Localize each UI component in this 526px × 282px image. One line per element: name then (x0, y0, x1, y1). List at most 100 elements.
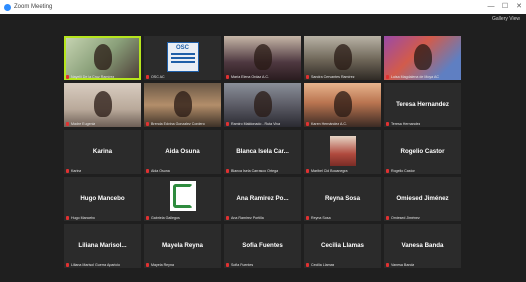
participant-tile[interactable]: Madre Eugenia (64, 83, 141, 127)
participant-tile[interactable]: Sandra Cervantes Ramírez (304, 36, 381, 80)
participant-name-tag: Aida Osuna (146, 169, 170, 173)
participant-tile[interactable]: Aida Osuna Aida Osuna (144, 130, 221, 174)
muted-mic-icon (226, 75, 229, 79)
participant-tile[interactable]: Blanca Isela Car... Blanca Isela Carrasco… (224, 130, 301, 174)
participant-tag-label: Mayela Reyna (151, 263, 174, 267)
participant-tile[interactable]: María Elena Ordaz A.C. (224, 36, 301, 80)
muted-mic-icon (226, 122, 229, 126)
participant-name-tag: Hugo Mancebo (66, 216, 95, 220)
participant-tile[interactable]: Rogelio Castor Rogelio Castor (384, 130, 461, 174)
participant-tag-label: Teresa Hernandez (391, 122, 421, 126)
muted-mic-icon (386, 216, 389, 220)
muted-mic-icon (146, 216, 149, 220)
participant-tile[interactable]: Reyna Sosa Reyna Sosa (304, 177, 381, 221)
participant-tile[interactable]: Cecilia Llamas Cecilia Llamas (304, 224, 381, 268)
participant-tile[interactable]: Brenda Edvina Gonzalez Cordero (144, 83, 221, 127)
participant-gallery: Nayelli De la Cruz Ramírez OSC OSC AC María… (64, 36, 461, 268)
participant-tile[interactable]: Liliana Marisol... Liliana Marisol Guerra… (64, 224, 141, 268)
participant-display-name: Teresa Hernandez (396, 100, 449, 108)
gallery-view-button[interactable]: Gallery View (492, 16, 520, 22)
muted-mic-icon (306, 169, 309, 173)
participant-video (333, 91, 352, 117)
participant-name-tag: María Elena Ordaz A.C. (226, 75, 269, 79)
participant-tag-label: Karina (71, 169, 82, 173)
participant-name-tag: Ana Ramirez Portilla (226, 216, 264, 220)
muted-mic-icon (66, 122, 69, 126)
participant-tile[interactable]: Ana Ramirez Po... Ana Ramirez Portilla (224, 177, 301, 221)
participant-tag-label: Karen Hernández A.C. (311, 122, 347, 126)
participant-name-tag: Sandra Cervantes Ramírez (306, 75, 355, 79)
participant-tile[interactable]: Vanesa Banda Vanesa Banda (384, 224, 461, 268)
participant-tag-label: Ramiro Maldonado - Ruta Viva (231, 122, 281, 126)
participant-video (93, 44, 112, 70)
participant-tile[interactable]: Karen Hernández A.C. (304, 83, 381, 127)
participant-tag-label: OSC AC (151, 75, 165, 79)
participant-tag-label: Luisa Magdalena de Moya AC (391, 75, 439, 79)
participant-display-name: Cecilia Llamas (321, 241, 364, 249)
participant-display-name: Ana Ramirez Po... (236, 194, 289, 202)
participant-name-tag: Teresa Hernandez (386, 122, 420, 126)
participant-video (93, 91, 112, 117)
participant-tile[interactable]: Gabriela Gallegos (144, 177, 221, 221)
muted-mic-icon (386, 122, 389, 126)
participant-tag-label: Blanca Isela Carrasco Ortega (231, 169, 279, 173)
participant-name-tag: Madre Eugenia (66, 122, 95, 126)
participant-display-name: Sofia Fuentes (242, 241, 283, 249)
participant-tile[interactable]: Maribel Cid Bocanegra (304, 130, 381, 174)
participant-tag-label: Aida Osuna (151, 169, 170, 173)
close-button[interactable]: ✕ (512, 0, 526, 14)
participant-video (253, 91, 272, 117)
logo-waves (170, 53, 195, 63)
participant-name-tag: Karina (66, 169, 81, 173)
participant-tag-label: Vanesa Banda (391, 263, 415, 267)
participant-tile[interactable]: Mayela Reyna Mayela Reyna (144, 224, 221, 268)
maximize-button[interactable]: ☐ (498, 0, 512, 14)
participant-tag-label: Liliana Marisol Guerra Aparicio (71, 263, 120, 267)
muted-mic-icon (66, 169, 69, 173)
participant-tile[interactable]: Sofia Fuentes Sofia Fuentes (224, 224, 301, 268)
participant-tile[interactable]: Luisa Magdalena de Moya AC (384, 36, 461, 80)
muted-mic-icon (146, 169, 149, 173)
muted-mic-icon (386, 75, 389, 79)
participant-tag-label: María Elena Ordaz A.C. (231, 75, 269, 79)
window-title: Zoom Meeting (14, 4, 53, 10)
participant-tag-label: Cecilia Llamas (311, 263, 335, 267)
participant-tile[interactable]: Ramiro Maldonado - Ruta Viva (224, 83, 301, 127)
participant-name-tag: Cecilia Llamas (306, 263, 334, 267)
participant-tag-label: Nayelli De la Cruz Ramírez (71, 75, 115, 79)
participant-name-tag: Ramiro Maldonado - Ruta Viva (226, 122, 280, 126)
participant-name-tag: OSC AC (146, 75, 165, 79)
participant-name-tag: Blanca Isela Carrasco Ortega (226, 169, 278, 173)
participant-display-name: Omiesed Jiménez (396, 194, 449, 202)
muted-mic-icon (386, 263, 389, 267)
participant-display-name: Aida Osuna (165, 147, 200, 155)
participant-name-tag: Mayela Reyna (146, 263, 174, 267)
participant-name-tag: Nayelli De la Cruz Ramírez (66, 75, 114, 79)
profile-photo (329, 136, 356, 166)
participant-display-name: Liliana Marisol... (78, 241, 127, 249)
window-titlebar: Zoom Meeting — ☐ ✕ (0, 0, 526, 14)
participant-tile[interactable]: Karina Karina (64, 130, 141, 174)
participant-tag-label: Omiesed Jiménez (391, 216, 420, 220)
participant-name-tag: Brenda Edvina Gonzalez Cordero (146, 122, 205, 126)
logo-mark (172, 184, 193, 208)
participant-tile[interactable]: OSC OSC AC (144, 36, 221, 80)
participant-name-tag: Luisa Magdalena de Moya AC (386, 75, 439, 79)
participant-tile[interactable]: Nayelli De la Cruz Ramírez (64, 36, 141, 80)
participant-tag-label: Gabriela Gallegos (151, 216, 180, 220)
participant-name-tag: Maribel Cid Bocanegra (306, 169, 348, 173)
muted-mic-icon (146, 122, 149, 126)
participant-display-name: Karina (92, 147, 113, 155)
participant-tile[interactable]: Teresa Hernandez Teresa Hernandez (384, 83, 461, 127)
minimize-button[interactable]: — (484, 0, 498, 14)
participant-name-tag: Liliana Marisol Guerra Aparicio (66, 263, 120, 267)
participant-tag-label: Sandra Cervantes Ramírez (311, 75, 355, 79)
participant-name-tag: Gabriela Gallegos (146, 216, 180, 220)
participant-tile[interactable]: Hugo Mancebo Hugo Mancebo (64, 177, 141, 221)
participant-name-tag: Karen Hernández A.C. (306, 122, 347, 126)
participant-tag-label: Brenda Edvina Gonzalez Cordero (151, 122, 205, 126)
participant-tile[interactable]: Omiesed Jiménez Omiesed Jiménez (384, 177, 461, 221)
participant-video (253, 44, 272, 70)
muted-mic-icon (306, 75, 309, 79)
logo-text: OSC (175, 45, 189, 51)
